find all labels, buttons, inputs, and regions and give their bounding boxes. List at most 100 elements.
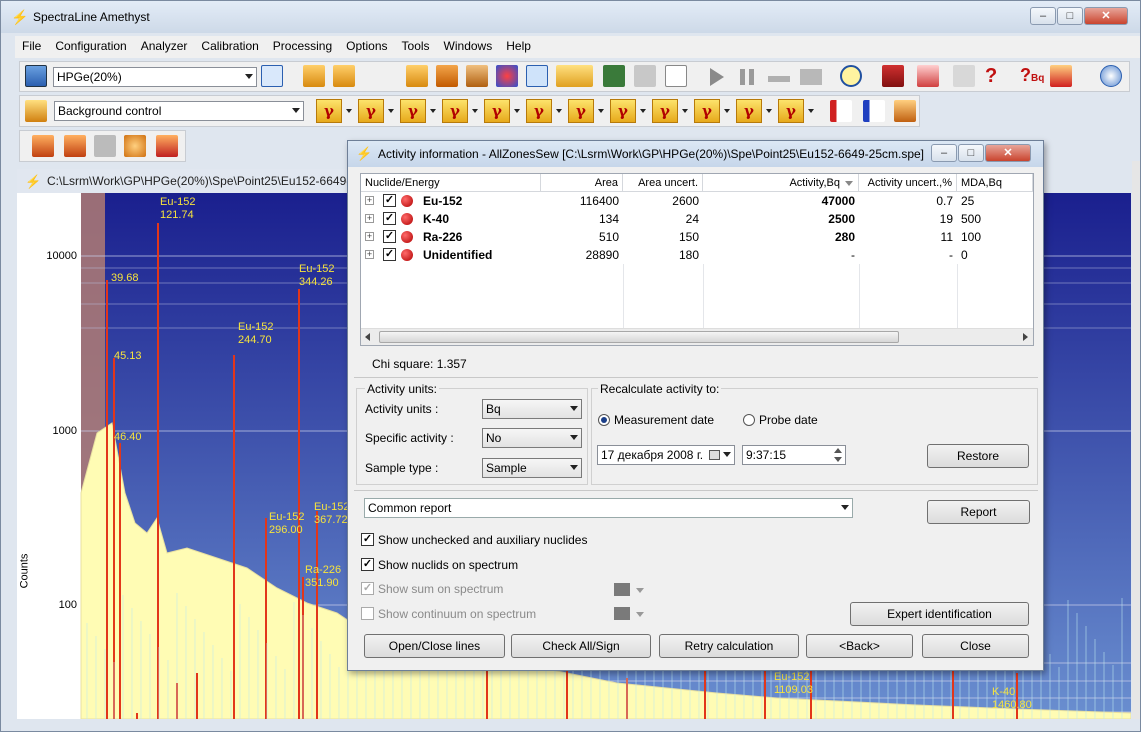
tool-icon-1[interactable] (32, 135, 54, 157)
probe-date-radio[interactable] (743, 414, 755, 426)
specific-activity-select[interactable]: No (482, 428, 582, 448)
menu-windows[interactable]: Windows (437, 36, 500, 53)
vertical-scrollbar[interactable] (1132, 161, 1140, 719)
chevron-down-icon[interactable] (636, 588, 644, 593)
efficiency-icon[interactable] (634, 65, 656, 87)
chevron-down-icon[interactable] (640, 109, 646, 113)
control-select[interactable]: Background control (54, 101, 304, 121)
show-nuclids-label[interactable]: Show nuclids on spectrum (378, 558, 518, 572)
identify-icon[interactable]: ? (985, 65, 997, 88)
col-nuclide[interactable]: Nuclide/Energy (361, 174, 541, 192)
gamma-filter-icon-4[interactable]: γ (442, 99, 468, 123)
table-row[interactable]: + ✓ Unidentified 28890 180 - - 0 (361, 246, 1033, 264)
tool-icon-2[interactable] (64, 135, 86, 157)
tool-icon-3[interactable] (94, 135, 116, 157)
chevron-down-icon[interactable] (808, 109, 814, 113)
retry-calculation-button[interactable]: Retry calculation (659, 634, 799, 658)
expand-icon[interactable]: + (365, 196, 374, 205)
calibration-icon[interactable] (571, 65, 593, 87)
print-icon[interactable] (466, 65, 488, 87)
minimize-button[interactable]: – (1030, 7, 1056, 25)
zoom-icon[interactable] (840, 65, 862, 87)
probe-date-label[interactable]: Probe date (759, 413, 818, 427)
row-checkbox[interactable]: ✓ (383, 194, 396, 207)
dialog-close-button[interactable]: ✕ (985, 144, 1031, 162)
scroll-thumb[interactable] (379, 331, 899, 343)
show-sum-checkbox[interactable]: ✓ (361, 582, 374, 595)
close-button[interactable]: ✕ (1084, 7, 1128, 25)
list-icon[interactable] (526, 65, 548, 87)
menu-help[interactable]: Help (499, 36, 538, 53)
chevron-down-icon[interactable] (430, 109, 436, 113)
open-spectrum-icon[interactable] (303, 65, 325, 87)
continuum-color-picker[interactable] (614, 607, 630, 620)
library-icon[interactable] (496, 65, 518, 87)
menu-file[interactable]: File (15, 36, 48, 53)
col-area-uncert[interactable]: Area uncert. (623, 174, 703, 192)
delete-peaks-icon[interactable] (882, 65, 904, 87)
gamma-filter-icon-9[interactable]: γ (652, 99, 678, 123)
time-field[interactable]: 9:37:15 (742, 445, 846, 465)
gamma-filter-icon-8[interactable]: γ (610, 99, 636, 123)
show-unchecked-label[interactable]: Show unchecked and auxiliary nuclides (378, 533, 587, 547)
clear-icon[interactable] (800, 69, 822, 85)
check-all-button[interactable]: Check All/Sign (511, 634, 651, 658)
scroll-left-icon[interactable] (365, 333, 370, 341)
dialog-maximize-button[interactable]: □ (958, 144, 984, 162)
tool-icon-4[interactable] (124, 135, 146, 157)
row-checkbox[interactable]: ✓ (383, 230, 396, 243)
chevron-down-icon[interactable] (556, 109, 562, 113)
peak-search-icon[interactable] (917, 65, 939, 87)
table-row[interactable]: + ✓ Ra-226 510 150 280 11 100 (361, 228, 1033, 246)
nuclide-icon[interactable] (1050, 65, 1072, 87)
show-nuclids-checkbox[interactable]: ✓ (361, 558, 374, 571)
gamma-filter-icon-10[interactable]: γ (694, 99, 720, 123)
menu-processing[interactable]: Processing (266, 36, 339, 53)
chevron-down-icon[interactable] (766, 109, 772, 113)
chevron-down-icon[interactable] (388, 109, 394, 113)
col-activity-uncert[interactable]: Activity uncert.,% (859, 174, 957, 192)
col-activity[interactable]: Activity,Bq (703, 174, 859, 192)
detector-icon[interactable] (25, 65, 47, 87)
measurement-date-label[interactable]: Measurement date (614, 413, 714, 427)
chevron-down-icon[interactable] (636, 612, 644, 617)
show-unchecked-checkbox[interactable]: ✓ (361, 533, 374, 546)
table-row[interactable]: + ✓ K-40 134 24 2500 19 500 (361, 210, 1033, 228)
info-icon[interactable] (1100, 65, 1122, 87)
table-row[interactable]: + ✓ Eu-152 116400 2600 47000 0.7 25 (361, 192, 1033, 210)
gamma-filter-icon-7[interactable]: γ (568, 99, 594, 123)
expert-identification-button[interactable]: Expert identification (850, 602, 1029, 626)
play-icon[interactable] (710, 68, 724, 86)
spin-down-icon[interactable] (834, 457, 842, 462)
gamma-filter-icon-3[interactable]: γ (400, 99, 426, 123)
save-icon[interactable] (436, 65, 458, 87)
scroll-right-icon[interactable] (1023, 333, 1028, 341)
activity-bq-icon[interactable]: ?Bq (1020, 65, 1044, 86)
measurement-date-radio[interactable] (598, 414, 610, 426)
curve-icon[interactable] (665, 65, 687, 87)
row-checkbox[interactable]: ✓ (383, 212, 396, 225)
report-type-select[interactable]: Common report (364, 498, 853, 518)
chevron-down-icon[interactable] (514, 109, 520, 113)
chevron-down-icon[interactable] (346, 109, 352, 113)
detector-settings-icon[interactable] (261, 65, 283, 87)
menu-analyzer[interactable]: Analyzer (134, 36, 195, 53)
spectrum-info-icon-2[interactable] (863, 100, 885, 122)
gamma-filter-icon-2[interactable]: γ (358, 99, 384, 123)
activity-units-select[interactable]: Bq (482, 399, 582, 419)
chevron-down-icon[interactable] (598, 109, 604, 113)
sample-type-select[interactable]: Sample (482, 458, 582, 478)
spectrum-info-icon-1[interactable] (830, 100, 852, 122)
menu-tools[interactable]: Tools (395, 36, 437, 53)
expand-icon[interactable]: + (365, 250, 374, 259)
back-button[interactable]: <Back> (806, 634, 913, 658)
menu-configuration[interactable]: Configuration (48, 36, 133, 53)
dialog-minimize-button[interactable]: – (931, 144, 957, 162)
pause-icon[interactable] (740, 69, 754, 85)
menu-options[interactable]: Options (339, 36, 394, 53)
gamma-filter-icon-5[interactable]: γ (484, 99, 510, 123)
gamma-filter-icon-6[interactable]: γ (526, 99, 552, 123)
horizontal-scrollbar[interactable] (361, 328, 1033, 345)
expand-icon[interactable]: + (365, 214, 374, 223)
show-continuum-label[interactable]: Show continuum on spectrum (378, 607, 536, 621)
